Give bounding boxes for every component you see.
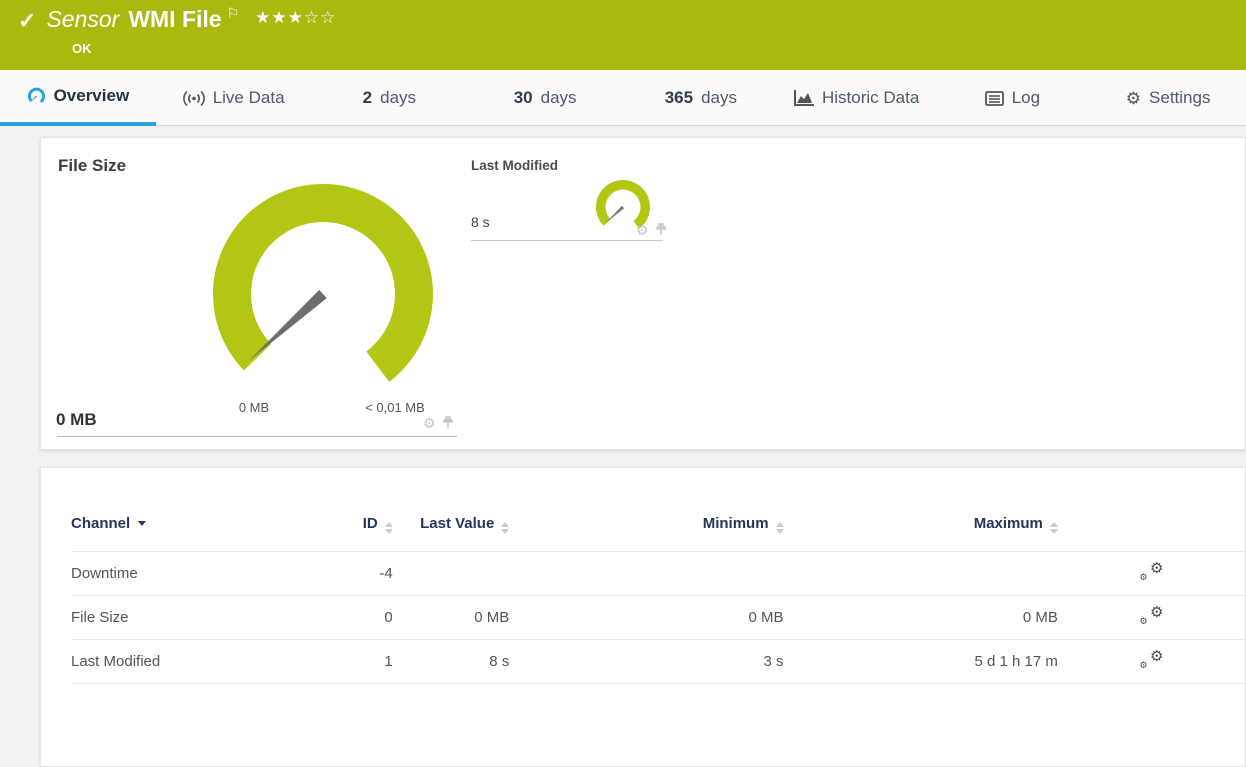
tile-pin-icon[interactable] <box>655 223 667 237</box>
tab-number: 30 <box>513 88 533 107</box>
divider <box>57 436 457 437</box>
sort-arrows-icon <box>384 522 393 534</box>
last-modified-title: Last Modified <box>471 158 558 173</box>
tab-label: days <box>380 88 417 107</box>
sort-arrows-icon <box>501 522 510 534</box>
tab-label: Settings <box>1149 88 1211 107</box>
sensor-title: WMI File <box>128 6 222 32</box>
channels-table: Channel ID Last Value Minimum Maximum Do… <box>71 513 1245 684</box>
tab-label: Live Data <box>212 88 285 107</box>
tile-pin-icon[interactable] <box>442 416 454 430</box>
sensor-status-badge: OK <box>72 41 92 56</box>
tab-bar: Overview Live Data 2 days 30 days 365 da… <box>0 70 1246 126</box>
tab-log[interactable]: Log <box>935 70 1091 126</box>
gauge-min-label: 0 MB <box>238 400 270 415</box>
flag-icon[interactable]: ⚐ <box>227 5 240 22</box>
column-label: Maximum <box>973 515 1043 532</box>
tile-toolbar: ⚙ <box>423 416 454 430</box>
tab-365-days[interactable]: 365 days <box>623 70 779 126</box>
table-header-row: Channel ID Last Value Minimum Maximum <box>71 513 1245 551</box>
channel-name: File Size <box>71 608 129 626</box>
column-header-maximum[interactable]: Maximum <box>784 513 1058 551</box>
column-label: Minimum <box>702 515 769 532</box>
table-row: Last Modified 1 8 s 3 s 5 d 1 h 17 m ⚙ ⚙ <box>71 639 1245 684</box>
status-ok-check-icon: ✓ <box>18 8 37 33</box>
stars-filled[interactable]: ★★★ <box>255 8 304 27</box>
tab-settings[interactable]: ⚙ Settings <box>1090 70 1246 126</box>
channel-id: -4 <box>379 564 393 582</box>
channel-last-value: 8 s <box>489 652 510 670</box>
gauge-icon <box>27 87 46 106</box>
tab-2-days[interactable]: 2 days <box>312 70 468 126</box>
divider <box>471 240 663 241</box>
file-size-current-value: 0 MB <box>56 410 97 429</box>
channel-minimum: 3 s <box>763 652 784 670</box>
column-header-minimum[interactable]: Minimum <box>509 513 784 551</box>
column-header-actions <box>1058 513 1245 551</box>
table-row: Downtime -4 ⚙ ⚙ <box>71 551 1245 595</box>
channel-maximum: 0 MB <box>1022 608 1058 626</box>
table-row: File Size 0 0 MB 0 MB 0 MB ⚙ ⚙ <box>71 595 1245 639</box>
tile-gear-icon[interactable]: ⚙ <box>423 416 436 430</box>
tab-label: Log <box>1011 88 1041 107</box>
gear-icon: ⚙ <box>1125 88 1142 108</box>
tab-label: days <box>540 88 577 107</box>
tab-label: days <box>701 88 738 107</box>
gauge-needle <box>248 289 327 361</box>
file-size-gauge <box>212 183 433 382</box>
channel-settings-gears-icon[interactable]: ⚙ ⚙ <box>1139 604 1163 626</box>
live-icon <box>182 90 205 107</box>
last-modified-current-value: 8 s <box>471 214 490 230</box>
channel-name: Downtime <box>71 564 138 582</box>
channel-maximum: 5 d 1 h 17 m <box>974 652 1058 670</box>
channels-panel: Channel ID Last Value Minimum Maximum Do… <box>40 467 1246 767</box>
log-icon <box>984 90 1004 106</box>
tile-gear-icon[interactable]: ⚙ <box>636 223 649 237</box>
tab-number: 365 <box>664 88 694 107</box>
channel-id: 1 <box>384 652 393 670</box>
channel-settings-gears-icon[interactable]: ⚙ ⚙ <box>1139 648 1163 670</box>
sensor-header: ✓ Sensor WMI File ⚐ ★★★☆☆ OK <box>0 0 1246 70</box>
channel-settings-gears-icon[interactable]: ⚙ ⚙ <box>1139 560 1163 582</box>
tab-historic-data[interactable]: Historic Data <box>779 70 935 126</box>
gauges-panel: File Size 0 MB < 0,01 MB 0 MB ⚙ Last Mod… <box>40 137 1246 450</box>
channel-maximum <box>784 551 1058 595</box>
column-header-last-value[interactable]: Last Value <box>393 513 510 551</box>
tab-30-days[interactable]: 30 days <box>467 70 623 126</box>
channel-last-value <box>393 551 510 595</box>
sensor-kind-label: Sensor <box>46 6 120 32</box>
stars-empty[interactable]: ☆☆ <box>304 8 336 27</box>
gauge-needle <box>604 205 625 224</box>
column-label: ID <box>362 515 378 532</box>
column-label: Last Value <box>420 515 495 532</box>
file-size-title: File Size <box>58 156 127 175</box>
channel-last-value: 0 MB <box>474 608 510 626</box>
tab-number: 2 <box>362 88 373 107</box>
gauge-max-label: < 0,01 MB <box>365 400 425 415</box>
tab-label: Historic Data <box>821 88 920 107</box>
priority-stars[interactable]: ★★★☆☆ <box>255 8 336 28</box>
channel-name: Last Modified <box>71 652 161 670</box>
column-header-channel[interactable]: Channel <box>71 513 294 551</box>
sort-caret-icon <box>138 521 147 526</box>
sort-arrows-icon <box>775 522 784 534</box>
column-header-id[interactable]: ID <box>294 513 393 551</box>
channel-minimum <box>509 551 783 595</box>
tab-label: Overview <box>53 86 130 105</box>
tile-toolbar: ⚙ <box>636 223 667 237</box>
column-label: Channel <box>71 515 131 532</box>
area-chart-icon <box>793 90 814 106</box>
sort-arrows-icon <box>1049 522 1058 534</box>
tab-overview[interactable]: Overview <box>0 70 156 126</box>
channel-minimum: 0 MB <box>748 608 784 626</box>
tab-live-data[interactable]: Live Data <box>156 70 312 126</box>
channel-id: 0 <box>384 608 393 626</box>
